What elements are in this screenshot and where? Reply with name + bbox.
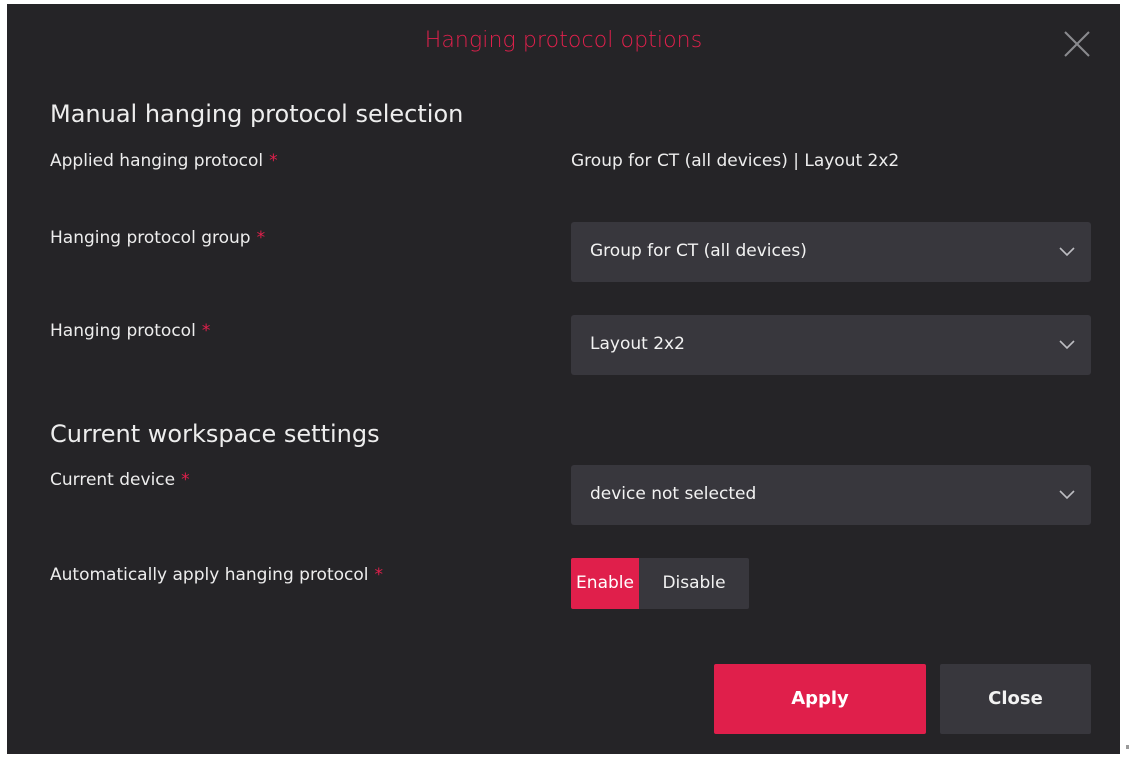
protocol-group-select[interactable]: Group for CT (all devices) [571, 222, 1091, 282]
auto-apply-toggle: Enable Disable [571, 558, 749, 609]
applied-protocol-label-text: Applied hanging protocol [50, 151, 264, 171]
auto-apply-label: Automatically apply hanging protocol * [50, 565, 383, 585]
required-marker: * [374, 565, 384, 585]
enable-option[interactable]: Enable [571, 558, 639, 609]
current-device-selected: device not selected [590, 484, 757, 504]
current-device-label-text: Current device [50, 470, 176, 490]
dialog-title: Hanging protocol options [424, 28, 703, 53]
required-marker: * [269, 151, 278, 171]
protocol-group-label: Hanging protocol group * [50, 228, 265, 248]
current-device-label: Current device * [50, 470, 190, 490]
required-marker: * [201, 321, 211, 341]
protocol-group-selected: Group for CT (all devices) [590, 241, 807, 261]
applied-protocol-label: Applied hanging protocol * [50, 151, 278, 171]
close-button[interactable]: Close [940, 664, 1091, 734]
auto-apply-label-text: Automatically apply hanging protocol [50, 565, 369, 585]
protocol-selected: Layout 2x2 [590, 334, 685, 354]
workspace-settings-heading: Current workspace settings [50, 420, 380, 448]
chevron-down-icon [1059, 490, 1075, 500]
apply-button[interactable]: Apply [714, 664, 926, 734]
protocol-select[interactable]: Layout 2x2 [571, 315, 1091, 375]
chevron-down-icon [1059, 340, 1075, 350]
applied-protocol-value: Group for CT (all devices) | Layout 2x2 [571, 151, 900, 171]
protocol-label-text: Hanging protocol [50, 321, 196, 341]
hanging-protocol-dialog: Hanging protocol options Manual hanging … [7, 4, 1120, 754]
close-icon[interactable] [1062, 29, 1092, 59]
protocol-label: Hanging protocol * [50, 321, 210, 341]
required-marker: * [181, 470, 190, 490]
protocol-group-label-text: Hanging protocol group [50, 228, 251, 248]
chevron-down-icon [1059, 247, 1075, 257]
current-device-select[interactable]: device not selected [571, 465, 1091, 525]
manual-selection-heading: Manual hanging protocol selection [50, 100, 464, 128]
required-marker: * [256, 228, 266, 248]
disable-option[interactable]: Disable [639, 558, 749, 609]
